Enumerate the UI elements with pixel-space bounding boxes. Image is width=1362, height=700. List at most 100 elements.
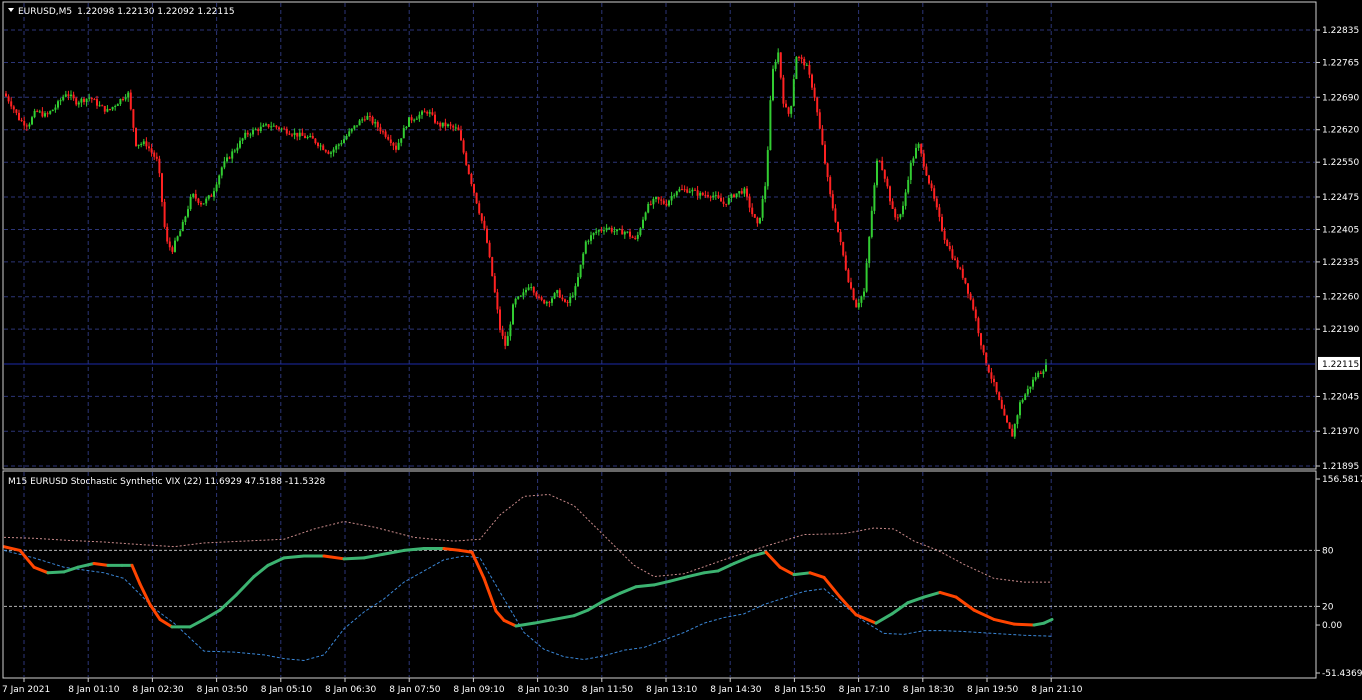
candle-body: [343, 139, 345, 143]
candle-body: [31, 117, 33, 125]
candle-body: [153, 152, 156, 157]
ohlc-values: 1.22098 1.22130 1.22092 1.22115: [77, 7, 234, 17]
candle-body: [496, 292, 499, 310]
candle-body: [189, 196, 192, 210]
candle-body: [774, 62, 777, 69]
candle-body: [434, 114, 436, 123]
candle-body: [540, 297, 543, 300]
indicator-tick-label: 0.00: [1322, 621, 1342, 631]
candle-body: [457, 127, 460, 131]
price-tick-label: 1.22190: [1322, 325, 1359, 335]
candle-body: [413, 119, 416, 121]
chart-window[interactable]: EURUSD,M5 1.22098 1.22130 1.22092 1.2211…: [0, 0, 1362, 700]
candle-body: [475, 192, 478, 204]
candle-body: [701, 192, 704, 195]
candle-body: [376, 122, 379, 128]
candle-body: [548, 301, 551, 303]
candle-body: [361, 119, 364, 121]
candle-body: [816, 97, 819, 113]
candle-body: [712, 195, 715, 198]
candle-body: [790, 105, 793, 114]
candle-body: [912, 158, 915, 163]
candle-body: [863, 291, 865, 297]
candle-body: [868, 236, 871, 264]
candle-body: [246, 132, 249, 135]
candle-body: [1029, 386, 1032, 389]
candle-body: [426, 111, 429, 114]
candle-body: [608, 227, 611, 229]
candle-body: [985, 352, 988, 365]
candle-body: [928, 175, 930, 184]
candle-body: [340, 142, 343, 145]
candle-body: [504, 335, 507, 346]
candle-body: [681, 189, 683, 191]
candle-body: [88, 97, 91, 99]
candle-body: [668, 200, 670, 206]
candle-body: [460, 130, 462, 141]
candle-body: [1000, 399, 1003, 409]
candle-body: [688, 191, 691, 193]
candle-body: [155, 156, 158, 159]
time-tick-label: 7 Jan 2021: [2, 685, 50, 695]
candle-body: [283, 128, 286, 130]
candle-body: [384, 131, 387, 137]
stochastic-segment: [1012, 622, 1036, 627]
stochastic-segment: [46, 570, 66, 575]
candle-body: [1032, 379, 1034, 387]
candle-body: [59, 100, 62, 102]
candle-body: [870, 210, 873, 237]
candle-body: [506, 336, 509, 346]
candle-body: [5, 93, 7, 97]
candle-body: [1006, 415, 1008, 423]
candle-body: [920, 144, 923, 154]
candle-body: [909, 162, 912, 180]
candle-body: [85, 98, 88, 102]
candle-body: [673, 195, 676, 197]
candle-body: [106, 108, 109, 112]
candle-body: [285, 128, 288, 134]
candle-body: [935, 198, 938, 208]
candle-body: [452, 125, 455, 128]
candle-body: [543, 299, 546, 304]
candle-body: [748, 196, 751, 208]
candle-body: [990, 372, 993, 379]
candle-body: [623, 231, 626, 235]
candle-body: [857, 302, 860, 308]
candle-body: [759, 217, 761, 224]
candle-body: [556, 290, 559, 294]
candle-body: [272, 125, 275, 127]
candle-body: [77, 102, 80, 105]
indicator-tick-label: 20: [1322, 602, 1334, 612]
candle-body: [631, 236, 634, 238]
candle-body: [967, 283, 969, 294]
indicator-title: M15 EURUSD Stochastic Synthetic VIX (22)…: [8, 477, 326, 487]
candle-body: [142, 141, 145, 144]
price-tick-label: 1.22550: [1322, 158, 1359, 168]
candle-body: [158, 158, 161, 174]
candle-body: [551, 298, 553, 303]
candle-body: [946, 239, 949, 246]
candle-body: [590, 235, 592, 241]
candle-body: [969, 293, 972, 300]
candle-body: [304, 135, 306, 139]
candle-body: [101, 105, 104, 107]
candle-body: [626, 231, 629, 233]
candle-body: [733, 194, 735, 198]
candle-body: [67, 94, 70, 97]
candle-body: [655, 196, 657, 199]
candle-body: [296, 132, 299, 137]
candle-body: [98, 105, 101, 107]
stochastic-segment: [92, 561, 110, 567]
candle-body: [691, 189, 694, 192]
price-tick-label: 1.22690: [1322, 93, 1359, 103]
candle-body: [514, 298, 517, 305]
price-tick-label: 1.22765: [1322, 58, 1359, 68]
candle-body: [545, 301, 548, 304]
stochastic-segment: [282, 554, 306, 560]
candle-body: [902, 205, 904, 215]
candle-body: [722, 201, 725, 204]
candle-body: [1034, 377, 1037, 380]
candle-body: [785, 103, 787, 108]
candle-body: [332, 149, 335, 153]
candle-body: [512, 304, 514, 325]
